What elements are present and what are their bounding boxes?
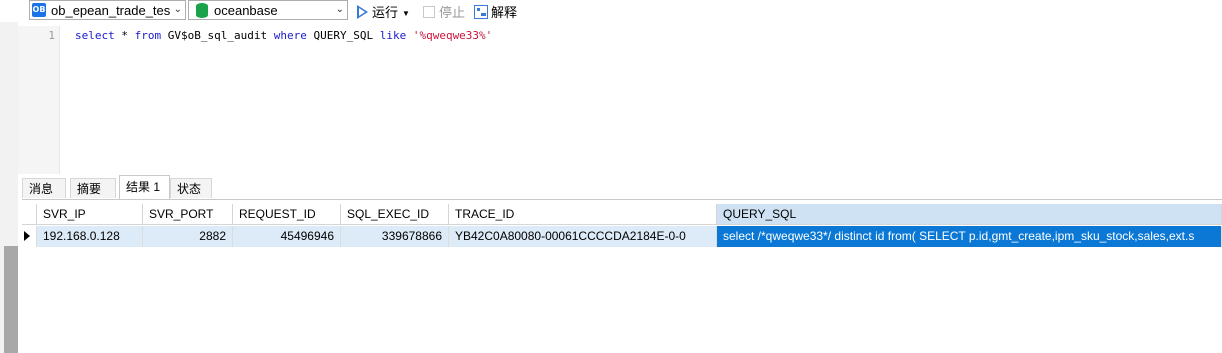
column-header-query-sql[interactable]: QUERY_SQL xyxy=(717,204,1222,225)
keyword-where: where xyxy=(273,29,307,42)
left-panel-strip xyxy=(0,0,18,353)
keyword-like: like xyxy=(379,29,407,42)
stop-label: 停止 xyxy=(439,5,466,20)
result-grid: SVR_IP SVR_PORT REQUEST_ID SQL_EXEC_ID T… xyxy=(22,204,1222,353)
explain-label: 解释 xyxy=(491,5,518,20)
play-icon xyxy=(357,5,368,19)
line-number: 1 xyxy=(48,29,55,42)
cell-trace-id[interactable]: YB42C0A80080-00061CCCCDA2184E-0-0 xyxy=(449,226,717,247)
row-selector[interactable] xyxy=(22,226,37,247)
oceanbase-connection-icon: OB xyxy=(32,3,46,17)
dropdown-arrow-icon[interactable]: ▼ xyxy=(402,9,410,18)
column-header-svr-port[interactable]: SVR_PORT xyxy=(143,204,233,225)
current-row-arrow-icon xyxy=(24,231,30,241)
cell-svr-ip[interactable]: 192.168.0.128 xyxy=(37,226,143,247)
column-header-trace-id[interactable]: TRACE_ID xyxy=(449,204,717,225)
cell-svr-port[interactable]: 2882 xyxy=(143,226,233,247)
tab-summary[interactable]: 摘要 xyxy=(70,178,116,198)
keyword-select: select xyxy=(75,29,115,42)
scrollbar-track[interactable] xyxy=(4,246,18,353)
database-icon xyxy=(196,3,208,18)
tab-messages[interactable]: 消息 xyxy=(22,178,66,198)
connection-select-value: ob_epean_trade_tes xyxy=(51,3,171,18)
explain-button[interactable]: 解释 xyxy=(474,2,517,20)
run-button[interactable]: 运行 ▼ xyxy=(357,2,410,20)
cell-request-id[interactable]: 45496946 xyxy=(233,226,341,247)
column-header-sql-exec-id[interactable]: SQL_EXEC_ID xyxy=(341,204,449,225)
query-star: * xyxy=(114,29,135,42)
sql-editor[interactable]: 1 select * from GV$oB_sql_audit where QU… xyxy=(18,26,1222,174)
tab-status[interactable]: 状态 xyxy=(170,178,212,198)
column-header-svr-ip[interactable]: SVR_IP xyxy=(37,204,143,225)
table-row[interactable]: 192.168.0.128 2882 45496946 339678866 YB… xyxy=(22,226,1222,247)
chevron-down-icon: ⌄ xyxy=(335,4,344,15)
keyword-from: from xyxy=(134,29,162,42)
database-select[interactable]: oceanbase ⌄ xyxy=(188,0,348,20)
query-column: QUERY_SQL xyxy=(306,29,380,42)
row-selector-header xyxy=(22,204,37,225)
stop-button[interactable]: 停止 xyxy=(423,2,465,20)
query-table: GV$oB_sql_audit xyxy=(161,29,274,42)
tab-result-1[interactable]: 结果 1 xyxy=(119,175,170,199)
query-toolbar: OB ob_epean_trade_tes ⌄ oceanbase ⌄ 运行 ▼ … xyxy=(0,0,1222,22)
connection-select[interactable]: OB ob_epean_trade_tes ⌄ xyxy=(29,0,186,20)
sql-query-text[interactable]: select * from GV$oB_sql_audit where QUER… xyxy=(75,29,492,42)
query-pattern-string: '%qweqwe33%' xyxy=(412,29,493,42)
explain-icon xyxy=(474,5,488,19)
stop-icon xyxy=(423,6,435,18)
column-header-request-id[interactable]: REQUEST_ID xyxy=(233,204,341,225)
cell-sql-exec-id[interactable]: 339678866 xyxy=(341,226,449,247)
line-number-gutter: 1 xyxy=(18,26,60,174)
result-tabs: 消息 摘要 结果 1 状态 xyxy=(22,175,1222,200)
query-space xyxy=(406,29,413,42)
run-label: 运行 xyxy=(372,5,399,20)
grid-header: SVR_IP SVR_PORT REQUEST_ID SQL_EXEC_ID T… xyxy=(22,204,1222,225)
cell-query-sql[interactable]: select /*qweqwe33*/ distinct id from( SE… xyxy=(717,226,1222,247)
database-select-value: oceanbase xyxy=(214,3,278,18)
chevron-down-icon: ⌄ xyxy=(173,4,182,15)
